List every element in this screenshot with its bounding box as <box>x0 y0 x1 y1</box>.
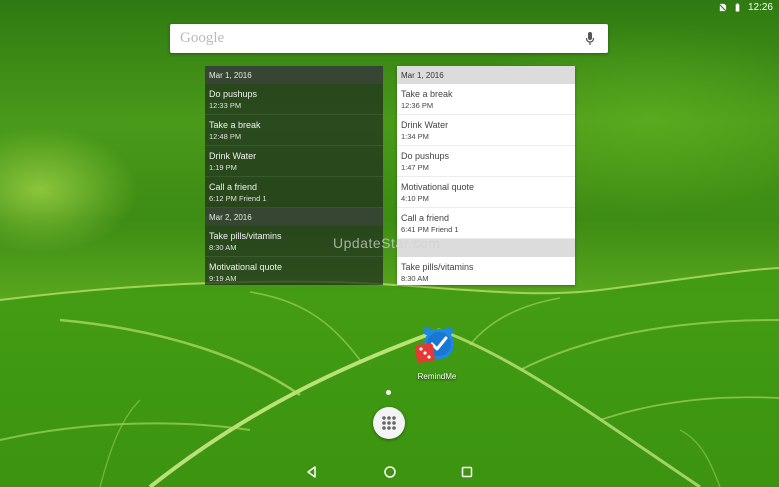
battery-icon <box>735 2 740 12</box>
status-bar: 12:26 <box>0 0 779 14</box>
reminder-item[interactable]: Drink Water 1:19 PM <box>205 146 383 177</box>
reminder-title: Take a break <box>401 88 453 99</box>
home-icon[interactable] <box>382 464 398 480</box>
google-search-bar[interactable]: Google <box>170 24 608 53</box>
app-label: RemindMe <box>417 372 457 381</box>
date-header: Mar 2, 2016 <box>205 208 383 226</box>
date-header: Mar 1, 2016 <box>397 66 575 84</box>
recents-icon[interactable] <box>459 464 475 480</box>
reminder-title: Motivational quote <box>209 261 283 272</box>
reminder-title: Take a break <box>209 119 261 130</box>
google-search-placeholder: Google <box>180 30 225 46</box>
remindme-app-icon[interactable] <box>414 324 460 370</box>
reminder-time: 1:34 PM <box>401 131 429 141</box>
reminder-item[interactable]: Do pushups 12:33 PM <box>205 84 383 115</box>
reminder-time: 6:12 PM Friend 1 <box>209 193 267 203</box>
date-header: Mar 1, 2016 <box>205 66 383 84</box>
reminder-item[interactable]: Do pushups 1:47 PM <box>397 146 575 177</box>
status-time: 12:26 <box>747 1 773 13</box>
watermark: UpdateStar.com <box>333 235 441 251</box>
reminder-title: Call a friend <box>209 181 258 192</box>
all-apps-button[interactable] <box>373 407 405 439</box>
reminder-time: 12:36 PM <box>401 100 434 110</box>
reminder-item[interactable]: Take a break 12:36 PM <box>397 84 575 115</box>
reminder-title: Do pushups <box>401 150 450 161</box>
back-icon[interactable] <box>304 464 320 480</box>
page-indicator-dot <box>386 390 391 395</box>
reminder-widget-light: Mar 1, 2016 Take a break 12:36 PM Drink W… <box>397 66 575 285</box>
reminder-title: Motivational quote <box>401 181 475 192</box>
reminder-item[interactable]: Drink Water 1:34 PM <box>397 115 575 146</box>
no-sim-icon <box>718 3 727 11</box>
reminder-widget-dark: Mar 1, 2016 Do pushups 12:33 PM Take a br… <box>205 66 383 285</box>
reminder-time: 1:19 PM <box>209 162 237 172</box>
reminder-time: 9:19 AM <box>209 273 237 283</box>
microphone-icon[interactable] <box>584 31 596 47</box>
app-drawer-icon <box>382 416 396 430</box>
reminder-time: 1:47 PM <box>401 162 429 172</box>
reminder-item[interactable]: Take pills/vitamins 8:30 AM <box>397 257 575 285</box>
reminder-title: Take pills/vitamins <box>401 261 474 272</box>
reminder-time: 8:30 AM <box>401 273 429 283</box>
reminder-time: 12:33 PM <box>209 100 242 110</box>
reminder-title: Do pushups <box>209 88 258 99</box>
reminder-item[interactable]: Motivational quote 9:19 AM <box>205 257 383 285</box>
reminder-time: 4:10 PM <box>401 193 429 203</box>
reminder-title: Drink Water <box>209 150 257 161</box>
date-header-label: Mar 1, 2016 <box>401 70 444 80</box>
reminder-title: Drink Water <box>401 119 449 130</box>
reminder-time: 6:41 PM Friend 1 <box>401 224 459 234</box>
reminder-title: Call a friend <box>401 212 450 223</box>
navigation-bar <box>0 457 779 487</box>
reminder-item[interactable]: Take a break 12:48 PM <box>205 115 383 146</box>
date-header-label: Mar 1, 2016 <box>209 70 252 80</box>
reminder-time: 12:48 PM <box>209 131 242 141</box>
date-header-label: Mar 2, 2016 <box>209 212 252 222</box>
reminder-item[interactable]: Motivational quote 4:10 PM <box>397 177 575 208</box>
reminder-item[interactable]: Call a friend 6:12 PM Friend 1 <box>205 177 383 208</box>
